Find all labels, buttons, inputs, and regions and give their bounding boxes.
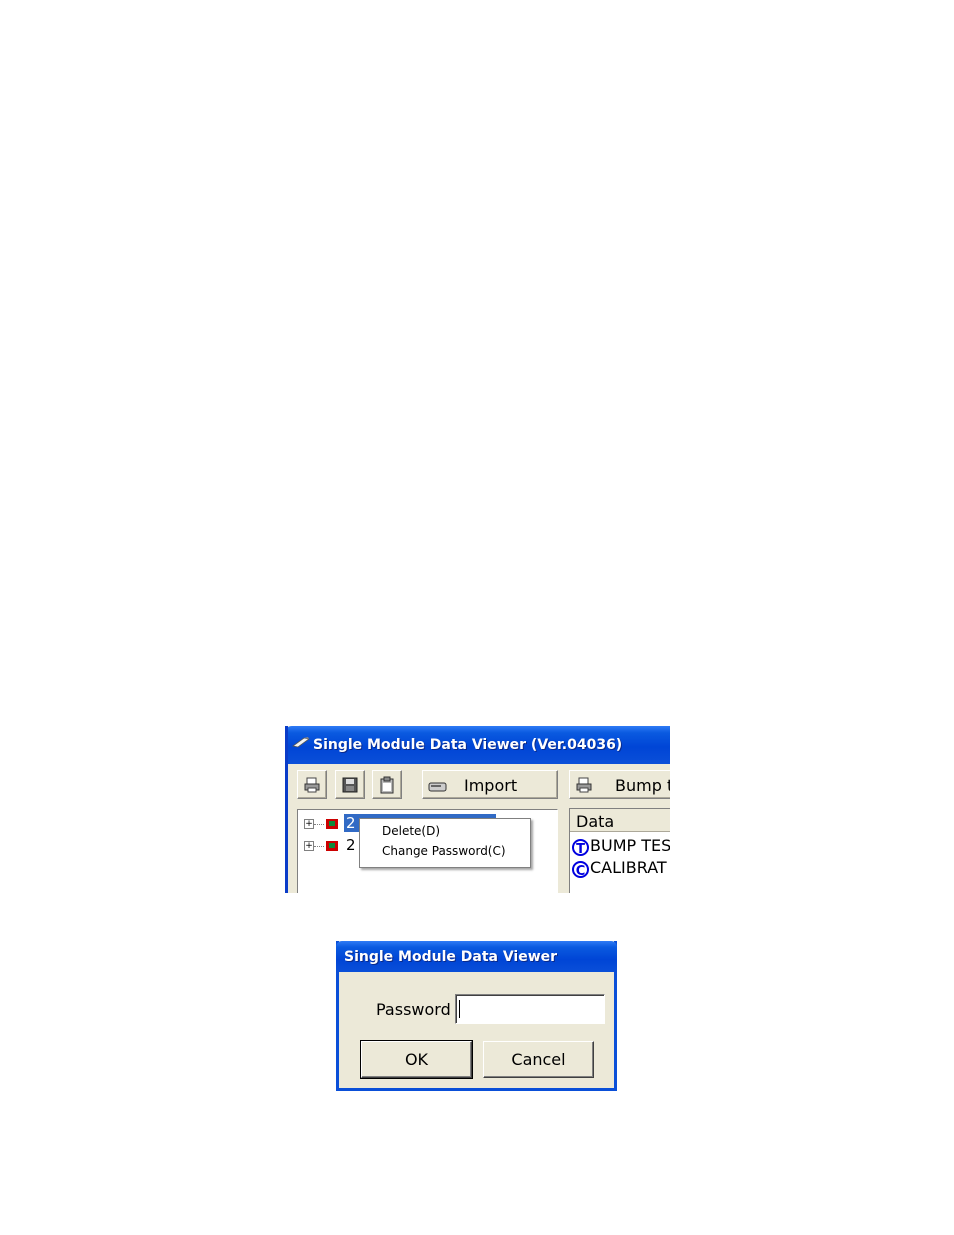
data-panel: Data T BUMP TES C CALIBRAT — [569, 808, 670, 893]
module-device-icon — [326, 819, 338, 829]
data-header-label: Data — [576, 812, 615, 831]
dialog-titlebar[interactable]: Single Module Data Viewer — [336, 941, 617, 972]
clipboard-button[interactable] — [372, 770, 402, 799]
data-row-text: BUMP TES — [590, 836, 670, 855]
tree-item-label: 2 — [346, 836, 356, 854]
password-label: Password — [376, 1000, 451, 1019]
main-window-title: Single Module Data Viewer (Ver.04036) — [313, 737, 623, 753]
main-titlebar[interactable]: Single Module Data Viewer (Ver.04036) — [285, 726, 670, 764]
data-row[interactable]: C CALIBRAT — [572, 858, 667, 880]
ok-button[interactable]: OK — [360, 1040, 473, 1079]
clipboard-icon — [380, 776, 394, 794]
menu-item-delete[interactable]: Delete(D) — [382, 824, 440, 838]
main-window: Single Module Data Viewer (Ver.04036) Im… — [285, 726, 670, 893]
bump-test-button[interactable]: Bump t — [569, 770, 670, 799]
import-label: Import — [464, 776, 518, 795]
app-icon — [292, 737, 310, 748]
password-input[interactable] — [455, 994, 605, 1024]
expand-icon[interactable]: + — [304, 841, 314, 851]
dialog-title: Single Module Data Viewer — [344, 949, 558, 965]
save-button[interactable] — [335, 770, 365, 799]
cancel-button[interactable]: Cancel — [483, 1041, 594, 1078]
context-menu: Delete(D) Change Password(C) — [359, 818, 531, 868]
import-device-icon — [428, 782, 447, 792]
data-column-header[interactable]: Data — [570, 809, 670, 832]
tree-connector — [314, 846, 324, 847]
text-caret — [459, 1000, 460, 1018]
tree-connector — [314, 824, 324, 825]
bump-test-badge-icon: T — [572, 839, 589, 857]
printer-icon — [304, 777, 320, 793]
data-row-text: CALIBRAT — [590, 858, 667, 877]
import-button[interactable]: Import — [422, 770, 558, 799]
window-frame-left — [285, 726, 288, 893]
bump-test-label: Bump t — [615, 776, 670, 795]
password-dialog: Single Module Data Viewer Password OK Ca… — [336, 941, 617, 1091]
menu-item-change-password[interactable]: Change Password(C) — [382, 844, 506, 858]
expand-icon[interactable]: + — [304, 819, 314, 829]
calibration-badge-icon: C — [572, 861, 589, 879]
data-row[interactable]: T BUMP TES — [572, 836, 670, 858]
printer-icon — [576, 777, 592, 793]
floppy-disk-icon — [342, 777, 358, 793]
print-button[interactable] — [297, 770, 327, 799]
module-device-icon — [326, 841, 338, 851]
